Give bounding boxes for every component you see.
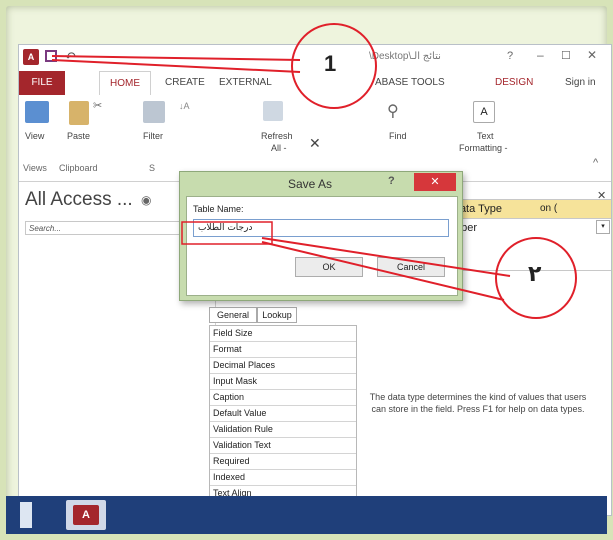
callout2-highlight xyxy=(181,221,273,245)
callout2-line-2 xyxy=(261,241,505,301)
callout2-line xyxy=(261,237,511,277)
callout-number-2: ٢ xyxy=(528,262,542,287)
callout1-line xyxy=(51,55,301,61)
callout-number-1: 1 xyxy=(324,51,337,76)
annotation-overlay xyxy=(51,23,577,319)
callout1-line-2 xyxy=(51,59,301,73)
